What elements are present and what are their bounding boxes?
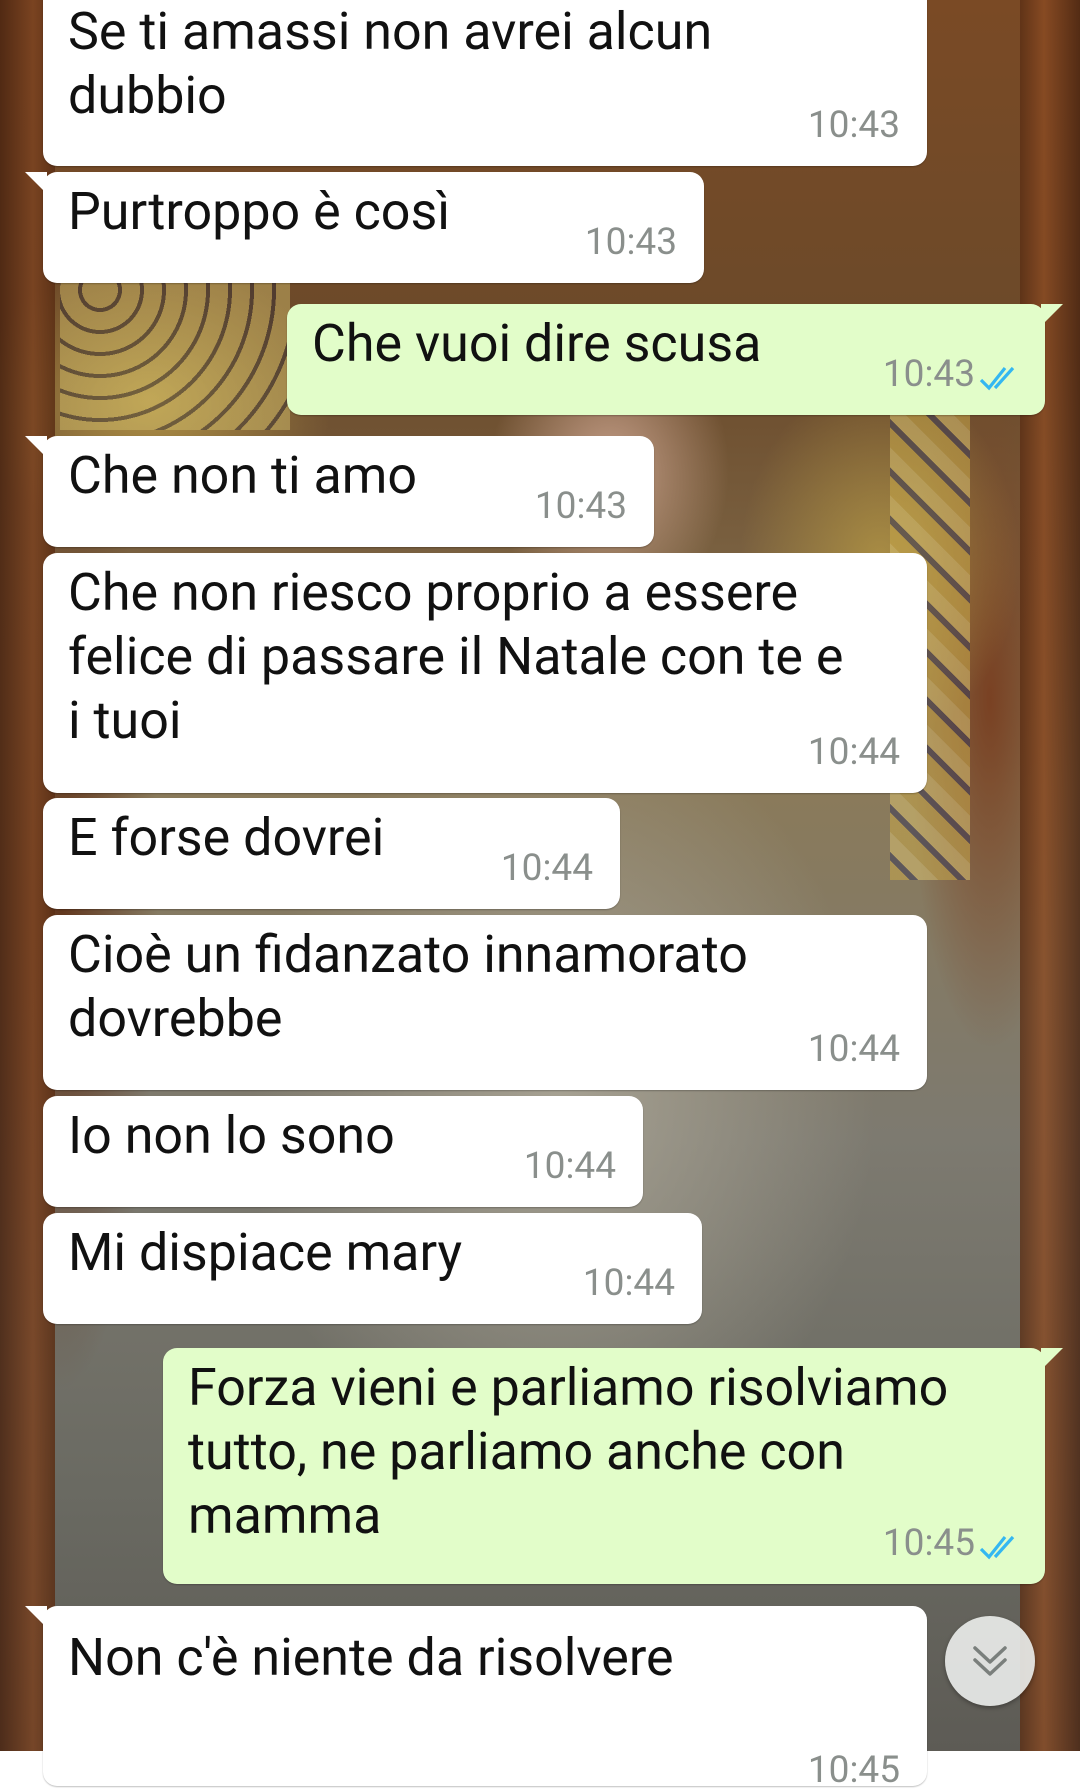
message-incoming[interactable]: Purtroppo è così 10:43	[25, 172, 704, 283]
bubble-tail	[1041, 1348, 1063, 1370]
message-text: Se ti amassi non avrei alcun dubbio	[68, 1, 713, 126]
message-incoming[interactable]: Che non riesco proprio a essere felice d…	[43, 553, 927, 793]
message-incoming[interactable]: Se ti amassi non avrei alcun dubbio 10:4…	[43, 0, 927, 166]
double-chevron-down-icon	[973, 1646, 1007, 1676]
message-time: 10:44	[807, 1028, 900, 1071]
message-time: 10:44	[807, 731, 900, 774]
message-incoming[interactable]: Che non ti amo 10:43	[25, 436, 654, 547]
message-text: Cioè un fidanzato innamorato dovrebbe	[68, 924, 748, 1049]
message-text: Che vuoi dire scusa	[312, 313, 762, 374]
message-text: Che non riesco proprio a essere felice d…	[68, 562, 844, 751]
bubble-tail	[25, 1606, 47, 1628]
message-text: Io non lo sono	[68, 1105, 395, 1166]
message-time: 10:43	[882, 353, 975, 396]
message-time: 10:44	[582, 1262, 675, 1305]
message-text: Che non ti amo	[68, 445, 418, 506]
message-time: 10:44	[500, 847, 593, 890]
read-double-check-icon	[979, 1535, 1015, 1560]
message-text: Forza vieni e parliamo risolviamo tutto,…	[188, 1357, 949, 1546]
scroll-to-bottom-button[interactable]	[945, 1616, 1035, 1706]
message-outgoing[interactable]: Che vuoi dire scusa 10:43	[287, 304, 1063, 415]
message-text: Purtroppo è così	[68, 181, 451, 242]
message-text: Mi dispiace mary	[68, 1222, 463, 1283]
message-incoming[interactable]: Non c'è niente da risolvere 10:45	[25, 1606, 927, 1791]
message-incoming[interactable]: Mi dispiace mary 10:44	[43, 1213, 702, 1324]
message-text: Non c'è niente da risolvere	[68, 1627, 674, 1688]
message-time: 10:43	[534, 485, 627, 528]
bubble-tail	[1041, 304, 1063, 326]
message-time: 10:45	[807, 1749, 900, 1792]
bubble-tail	[25, 172, 47, 194]
message-outgoing[interactable]: Forza vieni e parliamo risolviamo tutto,…	[163, 1348, 1063, 1584]
message-incoming[interactable]: E forse dovrei 10:44	[43, 798, 620, 909]
message-incoming[interactable]: Io non lo sono 10:44	[43, 1096, 643, 1207]
bubble-tail	[25, 436, 47, 458]
message-time: 10:44	[523, 1145, 616, 1188]
message-time: 10:45	[882, 1522, 975, 1565]
message-time: 10:43	[807, 104, 900, 147]
read-double-check-icon	[979, 366, 1015, 391]
message-text: E forse dovrei	[68, 807, 385, 868]
message-incoming[interactable]: Cioè un fidanzato innamorato dovrebbe 10…	[43, 915, 927, 1090]
message-time: 10:43	[584, 221, 677, 264]
